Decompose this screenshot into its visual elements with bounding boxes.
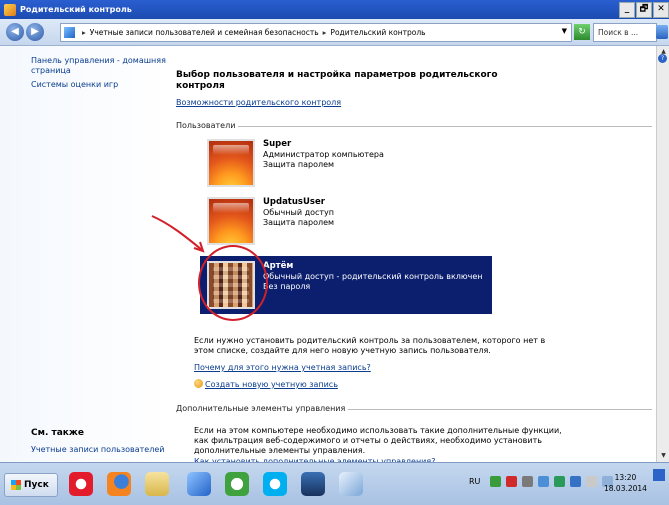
- chevron-down-icon[interactable]: ▼: [562, 27, 567, 35]
- start-button[interactable]: Пуск: [4, 473, 58, 497]
- user-name: Артём: [263, 261, 294, 271]
- vertical-scrollbar[interactable]: ▲ ▼: [656, 46, 669, 462]
- red-circle-annotation: [198, 245, 268, 321]
- avatar: [207, 197, 255, 245]
- user-password-status: Без пароля: [263, 282, 311, 291]
- user-tile-updatususer[interactable]: UpdatusUser Обычный доступ Защита пароле…: [200, 192, 492, 250]
- utorrent-icon[interactable]: [220, 467, 254, 501]
- breadcrumb-parental-control[interactable]: Родительский контроль: [330, 28, 425, 37]
- left-pane: Панель управления - домашняя страница Си…: [0, 46, 170, 462]
- window-controls: _ 🗗 ✕: [618, 2, 669, 18]
- paint-icon[interactable]: [334, 467, 368, 501]
- system-tray: [490, 476, 618, 487]
- no-user-text: Если нужно установить родительский контр…: [194, 336, 546, 355]
- close-button[interactable]: ✕: [653, 2, 669, 18]
- control-panel-home-link[interactable]: Панель управления - домашняя страница: [31, 56, 166, 76]
- title-bar: Родительский контроль _ 🗗 ✕: [0, 0, 669, 19]
- user-name: UpdatusUser: [263, 197, 325, 207]
- address-field[interactable]: ▸ Учетные записи пользователей и семейна…: [60, 23, 572, 42]
- extra-controls-text: Если на этом компьютере необходимо испол…: [194, 426, 562, 455]
- user-role: Обычный доступ: [263, 208, 335, 217]
- user-description: Обычный доступ Защита паролем: [263, 208, 334, 228]
- user-password-status: Защита паролем: [263, 218, 335, 227]
- search-input[interactable]: Поиск в ...: [593, 23, 657, 42]
- search-icon[interactable]: [656, 25, 668, 39]
- breadcrumb-separator-icon: ▸: [82, 28, 86, 37]
- main-content: Выбор пользователя и настройка параметро…: [151, 46, 656, 463]
- see-also-title: См. также: [31, 428, 84, 438]
- tray-sync-icon[interactable]: [554, 476, 565, 487]
- clock[interactable]: 13:20 18.03.2014: [604, 472, 647, 494]
- clock-date: 18.03.2014: [604, 484, 647, 493]
- users-divider: [178, 126, 652, 127]
- control-panel-task-icon[interactable]: [182, 467, 216, 501]
- user-accounts-link[interactable]: Учетные записи пользователей: [31, 445, 166, 455]
- tray-security-icon[interactable]: [506, 476, 517, 487]
- help-icon[interactable]: ?: [658, 54, 667, 63]
- maximize-button[interactable]: 🗗: [636, 2, 652, 18]
- parental-control-icon: [4, 3, 16, 16]
- volume-icon[interactable]: [522, 476, 533, 487]
- users-section-label: Пользователи: [176, 121, 239, 130]
- breadcrumb-separator-icon: ▸: [322, 28, 327, 37]
- user-name: Super: [263, 139, 292, 149]
- red-arrow-annotation: [151, 215, 205, 253]
- skype-icon[interactable]: [258, 467, 292, 501]
- control-panel-icon: [64, 27, 75, 38]
- user-role: Обычный доступ - родительский контроль в…: [263, 272, 483, 281]
- show-desktop-button[interactable]: [653, 469, 665, 481]
- user-add-icon: [194, 379, 203, 388]
- flag-icon[interactable]: [586, 476, 597, 487]
- user-description: Администратор компьютера Защита паролем: [263, 150, 384, 170]
- scroll-down-icon[interactable]: ▼: [657, 450, 669, 462]
- features-link[interactable]: Возможности родительского контроля: [176, 98, 341, 107]
- monitor-icon[interactable]: [296, 467, 330, 501]
- network-icon[interactable]: [538, 476, 549, 487]
- forward-button[interactable]: ▶: [26, 23, 44, 41]
- window-title: Родительский контроль: [20, 5, 132, 14]
- game-ratings-link[interactable]: Системы оценки игр: [31, 80, 166, 90]
- start-label: Пуск: [24, 480, 49, 490]
- back-button[interactable]: ◀: [6, 23, 24, 41]
- firefox-icon[interactable]: [102, 467, 136, 501]
- user-password-status: Защита паролем: [263, 160, 335, 169]
- tray-app-icon[interactable]: [490, 476, 501, 487]
- language-indicator[interactable]: RU: [469, 477, 480, 486]
- user-tile-super[interactable]: Super Администратор компьютера Защита па…: [200, 134, 492, 192]
- user-description: Обычный доступ - родительский контроль в…: [263, 272, 483, 292]
- windows-logo-icon: [11, 480, 21, 490]
- page-title: Выбор пользователя и настройка параметро…: [176, 70, 498, 91]
- extra-section-label: Дополнительные элементы управления: [176, 404, 349, 413]
- create-account-link[interactable]: Создать новую учетную запись: [194, 379, 338, 389]
- user-role: Администратор компьютера: [263, 150, 384, 159]
- opera-icon[interactable]: [64, 467, 98, 501]
- address-bar: ◀ ▶ ▸ Учетные записи пользователей и сем…: [0, 19, 669, 46]
- breadcrumb-user-accounts[interactable]: Учетные записи пользователей и семейная …: [90, 28, 319, 37]
- why-account-link[interactable]: Почему для этого нужна учетная запись?: [194, 363, 371, 372]
- folder-icon[interactable]: [140, 467, 174, 501]
- refresh-button[interactable]: ↻: [574, 24, 590, 40]
- clock-time: 13:20: [614, 473, 637, 482]
- create-account-label: Создать новую учетную запись: [205, 380, 338, 389]
- avatar: [207, 139, 255, 187]
- tray-update-icon[interactable]: [570, 476, 581, 487]
- minimize-button[interactable]: _: [619, 2, 635, 18]
- taskbar: Пуск RU 13:20 18.03.2014: [0, 462, 669, 505]
